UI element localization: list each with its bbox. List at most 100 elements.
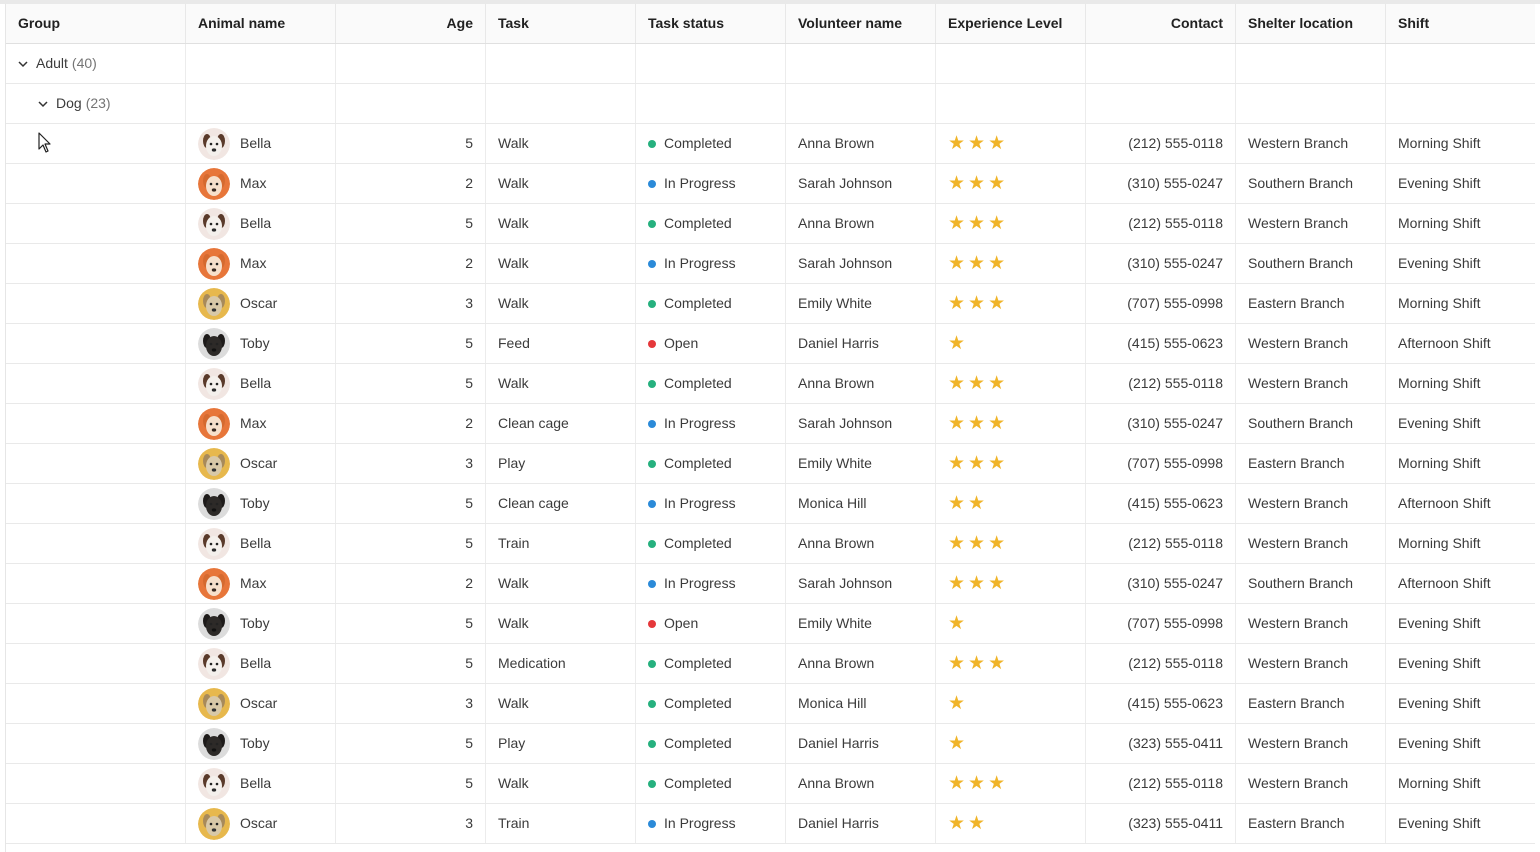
table-row[interactable]: Bella 5 Medication Completed Anna Brown ★ ★ ★ (2… <box>6 644 1535 684</box>
group-cell <box>6 164 186 203</box>
table-row[interactable]: Bella 5 Walk Completed Anna Brown ★ ★ ★ (212) 55… <box>6 764 1535 804</box>
task-status: Completed <box>664 695 732 711</box>
task-status: Completed <box>664 735 732 751</box>
task-cell: Walk <box>486 244 636 283</box>
shelter-location: Western Branch <box>1236 364 1386 403</box>
age-cell: 2 <box>336 244 486 283</box>
age-cell: 5 <box>336 324 486 363</box>
star-icon: ★ <box>988 453 1006 474</box>
shift-cell: Evening Shift <box>1398 655 1481 671</box>
task-status: Completed <box>664 775 732 791</box>
group-count: (40) <box>71 55 97 71</box>
age-cell: 3 <box>336 804 486 843</box>
animal-avatar <box>198 167 230 200</box>
shelter-location: Western Branch <box>1236 524 1386 563</box>
shelter-location: Western Branch <box>1236 724 1386 763</box>
shelter-location: Southern Branch <box>1236 404 1386 443</box>
status-dot-icon <box>648 179 656 188</box>
task-status: In Progress <box>664 175 736 191</box>
animal-avatar <box>198 367 230 400</box>
table-row[interactable]: Oscar 3 Walk Completed Emily White ★ ★ ★ (707) 5… <box>6 284 1535 324</box>
age-cell: 2 <box>336 564 486 603</box>
age-cell: 5 <box>336 644 486 683</box>
task-cell: Play <box>486 444 636 483</box>
group-row-adult[interactable]: Adult (40) <box>6 44 1535 84</box>
group-cell <box>6 364 186 403</box>
table-row[interactable]: Oscar 3 Play Completed Emily White ★ ★ ★ (707) 5… <box>6 444 1535 484</box>
group-cell <box>6 124 186 163</box>
star-icon: ★ <box>968 373 986 394</box>
task-cell: Walk <box>486 204 636 243</box>
column-header-contact[interactable]: Contact <box>1086 4 1236 43</box>
animal-name: Bella <box>240 375 272 391</box>
shift-cell: Morning Shift <box>1398 375 1481 391</box>
experience-rating: ★ <box>936 684 1086 723</box>
table-row[interactable]: Oscar 3 Train In Progress Daniel Harris ★ ★ (32… <box>6 804 1535 844</box>
table-row[interactable]: Max 2 Walk In Progress Sarah Johnson ★ ★ ★ (310)… <box>6 164 1535 204</box>
table-row[interactable]: Toby 5 Walk Open Emily White ★ (707) 555-0998 W… <box>6 604 1535 644</box>
column-header-shelter-location[interactable]: Shelter location <box>1236 4 1386 43</box>
contact-phone: (415) 555-0623 <box>1086 684 1236 723</box>
task-status: Completed <box>664 135 732 151</box>
table-row[interactable]: Bella 5 Walk Completed Anna Brown ★ ★ ★ (212) 55… <box>6 124 1535 164</box>
table-row[interactable]: Bella 5 Walk Completed Anna Brown ★ ★ ★ (212) 55… <box>6 204 1535 244</box>
shelter-location: Western Branch <box>1236 484 1386 523</box>
volunteer-name: Daniel Harris <box>786 804 936 843</box>
group-cell <box>6 284 186 323</box>
animal-avatar <box>198 647 230 680</box>
table-row[interactable]: Max 2 Walk In Progress Sarah Johnson ★ ★ ★ (310)… <box>6 564 1535 604</box>
column-header-group[interactable]: Group <box>6 4 186 43</box>
task-cell: Play <box>486 724 636 763</box>
animal-avatar <box>198 207 230 240</box>
group-cell <box>6 764 186 803</box>
task-cell: Walk <box>486 564 636 603</box>
table-row[interactable]: Max 2 Walk In Progress Sarah Johnson ★ ★ ★ (310)… <box>6 244 1535 284</box>
contact-phone: (212) 555-0118 <box>1086 764 1236 803</box>
column-header-volunteer-name[interactable]: Volunteer name <box>786 4 936 43</box>
volunteer-name: Anna Brown <box>786 644 936 683</box>
contact-phone: (707) 555-0998 <box>1086 284 1236 323</box>
task-cell: Medication <box>486 644 636 683</box>
column-header-shift[interactable]: Shift <box>1386 4 1535 43</box>
group-cell <box>6 244 186 283</box>
animal-name: Bella <box>240 535 272 551</box>
experience-rating: ★ ★ ★ <box>936 444 1086 483</box>
table-row[interactable]: Toby 5 Clean cage In Progress Monica Hill ★ ★(… <box>6 484 1535 524</box>
star-icon: ★ <box>948 373 966 394</box>
task-status: In Progress <box>664 575 736 591</box>
table-row[interactable]: Toby 5 Play Completed Daniel Harris ★ (323) 55… <box>6 724 1535 764</box>
column-header-age[interactable]: Age <box>336 4 486 43</box>
column-header-task-status[interactable]: Task status <box>636 4 786 43</box>
shift-cell: Evening Shift <box>1398 815 1481 831</box>
table-row[interactable]: Bella 5 Train Completed Anna Brown ★ ★ ★ (212) 5… <box>6 524 1535 564</box>
table-row[interactable]: Bella 5 Walk Completed Anna Brown ★ ★ ★ (212) 55… <box>6 364 1535 404</box>
table-row[interactable]: Max 2 Clean cage In Progress Sarah Johnson ★ ★… <box>6 404 1535 444</box>
table-row[interactable]: Oscar 3 Walk Completed Monica Hill ★ (415) 555… <box>6 684 1535 724</box>
task-cell: Walk <box>486 284 636 323</box>
experience-rating: ★ ★ ★ <box>936 124 1086 163</box>
chevron-down-icon[interactable] <box>38 99 48 109</box>
animal-name: Oscar <box>240 695 278 711</box>
group-row-dog[interactable]: Dog (23) <box>6 84 1535 124</box>
animal-name: Toby <box>240 335 270 351</box>
star-icon: ★ <box>948 453 966 474</box>
volunteer-name: Emily White <box>786 604 936 643</box>
volunteer-name: Daniel Harris <box>786 724 936 763</box>
shift-cell: Morning Shift <box>1398 535 1481 551</box>
star-icon: ★ <box>948 253 966 274</box>
grid-header: Group Animal name Age Task Task status V… <box>6 4 1535 44</box>
animal-name: Toby <box>240 615 270 631</box>
star-icon: ★ <box>968 213 986 234</box>
table-row[interactable]: Toby 5 Feed Open Daniel Harris ★ (415) 555-062… <box>6 324 1535 364</box>
star-icon: ★ <box>988 413 1006 434</box>
chevron-down-icon[interactable] <box>18 59 28 69</box>
star-icon: ★ <box>948 573 966 594</box>
contact-phone: (707) 555-0998 <box>1086 604 1236 643</box>
star-icon: ★ <box>968 573 986 594</box>
animal-name: Toby <box>240 735 270 751</box>
column-header-experience-level[interactable]: Experience Level <box>936 4 1086 43</box>
volunteer-name: Sarah Johnson <box>786 404 936 443</box>
column-header-animal-name[interactable]: Animal name <box>186 4 336 43</box>
experience-rating: ★ ★ ★ <box>936 164 1086 203</box>
column-header-task[interactable]: Task <box>486 4 636 43</box>
